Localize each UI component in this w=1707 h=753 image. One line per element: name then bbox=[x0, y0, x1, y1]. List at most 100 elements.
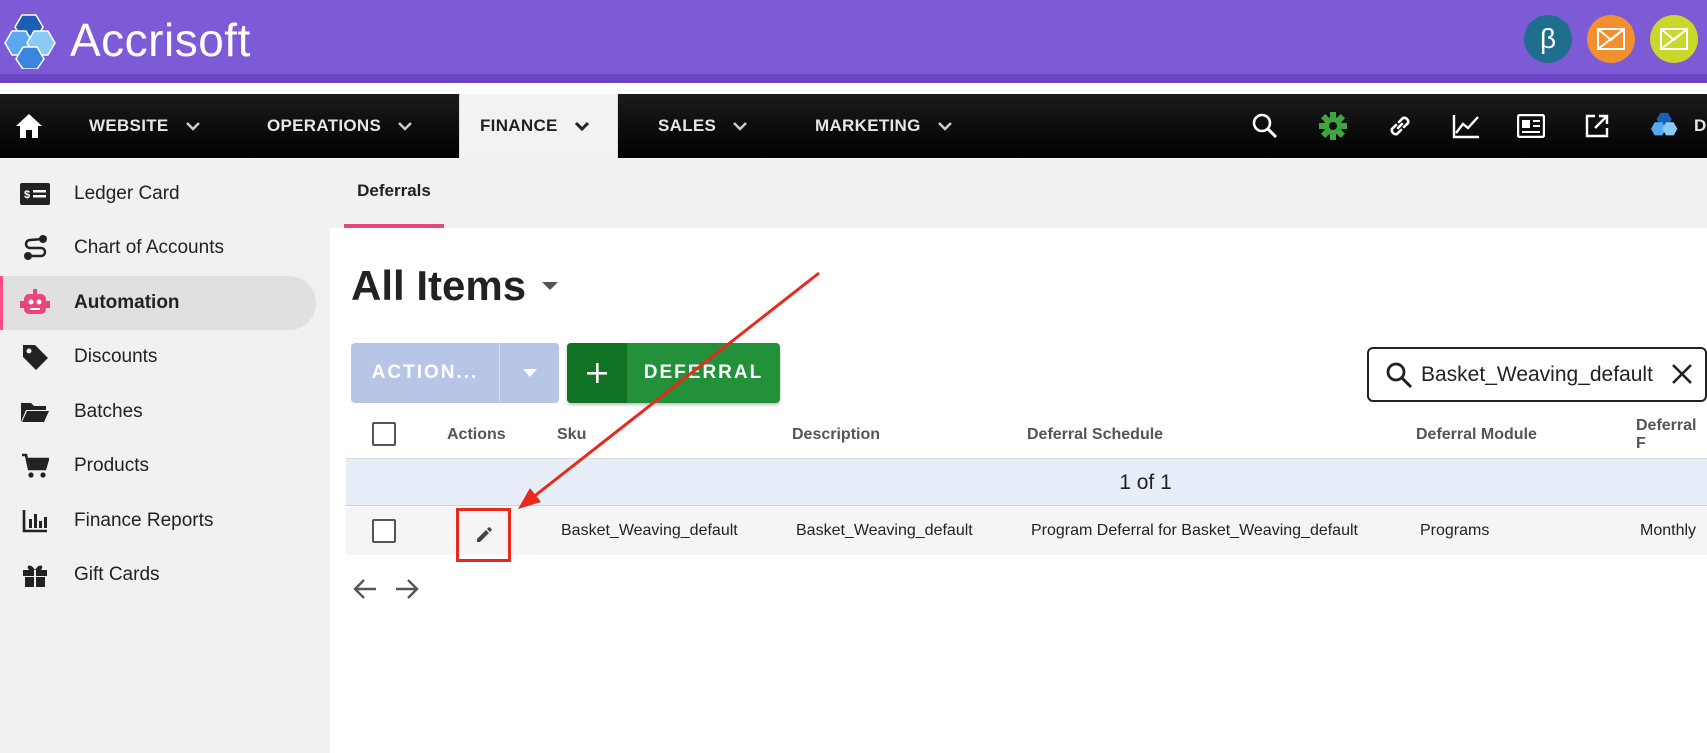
sidebar-item-label: Automation bbox=[74, 292, 180, 313]
caret-down-icon bbox=[542, 282, 559, 290]
svg-text:$: $ bbox=[24, 189, 30, 201]
search-icon[interactable] bbox=[1249, 110, 1281, 142]
cell-module: Programs bbox=[1420, 522, 1490, 539]
sidebar-item-batches[interactable]: Batches bbox=[0, 385, 316, 439]
main-content: Deferrals All Items ACTION... DEFERRAL A… bbox=[330, 158, 1707, 753]
col-description[interactable]: Description bbox=[792, 410, 880, 459]
sidebar-item-ledger-card[interactable]: $ Ledger Card bbox=[0, 167, 316, 221]
sidebar-item-products[interactable]: Products bbox=[0, 439, 316, 493]
sidebar-item-label: Batches bbox=[74, 401, 143, 422]
table-row[interactable]: Basket_Weaving_default Basket_Weaving_de… bbox=[346, 507, 1707, 562]
top-header: Accrisoft β bbox=[0, 0, 1707, 83]
result-count-row: 1 of 1 bbox=[346, 459, 1707, 506]
sidebar-item-label: Chart of Accounts bbox=[74, 237, 224, 258]
external-link-icon[interactable] bbox=[1581, 110, 1613, 142]
sidebar-item-finance-reports[interactable]: Finance Reports bbox=[0, 494, 316, 548]
next-page-arrow-icon[interactable] bbox=[392, 574, 422, 604]
result-count: 1 of 1 bbox=[1119, 471, 1172, 494]
prev-page-arrow-icon[interactable] bbox=[350, 574, 380, 604]
chevron-down-icon bbox=[398, 122, 413, 131]
action-button[interactable]: ACTION... bbox=[351, 343, 559, 403]
sidebar-item-label: Ledger Card bbox=[74, 183, 180, 204]
plus-icon bbox=[567, 343, 627, 403]
chevron-down-icon bbox=[937, 122, 952, 131]
edit-button[interactable] bbox=[456, 508, 511, 562]
beta-symbol: β bbox=[1539, 23, 1557, 54]
row-checkbox[interactable] bbox=[372, 519, 396, 543]
sidebar-item-label: Finance Reports bbox=[74, 510, 214, 531]
folder-open-icon bbox=[20, 398, 50, 426]
cell-sku: Basket_Weaving_default bbox=[561, 522, 738, 539]
mail-alert-glyph-icon bbox=[1660, 28, 1688, 50]
col-deferral-frequency[interactable]: Deferral F bbox=[1636, 410, 1707, 459]
sidebar-item-label: Gift Cards bbox=[74, 564, 160, 585]
col-sku[interactable]: Sku bbox=[557, 410, 586, 459]
route-icon bbox=[20, 234, 50, 262]
gear-icon[interactable] bbox=[1317, 110, 1349, 142]
nav-account-partial-label: D bbox=[1694, 116, 1707, 135]
newspaper-icon[interactable] bbox=[1515, 110, 1547, 142]
chevron-down-icon bbox=[185, 122, 200, 131]
tab-deferrals[interactable]: Deferrals bbox=[344, 158, 444, 228]
sidebar-item-automation[interactable]: Automation bbox=[0, 276, 316, 330]
header-stripe bbox=[0, 74, 1707, 83]
add-deferral-label: DEFERRAL bbox=[643, 362, 764, 383]
search-input[interactable] bbox=[1421, 359, 1661, 391]
cell-frequency: Monthly bbox=[1640, 522, 1697, 539]
bar-chart-icon bbox=[20, 507, 50, 535]
nav-account-label[interactable]: D bbox=[1694, 94, 1707, 158]
chevron-down-icon bbox=[574, 121, 589, 131]
mail-alert-icon[interactable] bbox=[1650, 15, 1698, 63]
nav-website[interactable]: WEBSITE bbox=[89, 94, 201, 158]
action-dropdown-toggle[interactable] bbox=[500, 343, 559, 403]
ledger-card-icon: $ bbox=[20, 180, 50, 208]
clear-search-icon[interactable] bbox=[1669, 361, 1695, 392]
select-all-checkbox[interactable] bbox=[372, 422, 396, 446]
search-icon bbox=[1385, 361, 1413, 394]
main-nav: WEBSITE OPERATIONS FINANCE SALES MARKETI… bbox=[0, 94, 1707, 158]
nav-website-label: WEBSITE bbox=[89, 116, 169, 135]
nav-finance[interactable]: FINANCE bbox=[459, 94, 618, 158]
tab-bar: Deferrals bbox=[330, 158, 1707, 228]
action-button-label: ACTION... bbox=[351, 343, 500, 403]
sidebar-item-label: Products bbox=[74, 455, 149, 476]
logo-text: Accrisoft bbox=[70, 14, 251, 66]
nav-operations[interactable]: OPERATIONS bbox=[267, 94, 413, 158]
chart-line-icon[interactable] bbox=[1450, 110, 1482, 142]
col-deferral-module[interactable]: Deferral Module bbox=[1416, 410, 1537, 459]
beta-icon[interactable]: β bbox=[1524, 15, 1572, 63]
search-box[interactable] bbox=[1367, 347, 1707, 402]
gift-icon bbox=[20, 561, 50, 589]
nav-marketing[interactable]: MARKETING bbox=[815, 94, 953, 158]
shopping-cart-icon bbox=[20, 452, 50, 480]
account-logo-icon[interactable] bbox=[1651, 110, 1683, 142]
table-header: Actions Sku Description Deferral Schedul… bbox=[346, 410, 1707, 459]
mail-off-glyph-icon bbox=[1597, 28, 1625, 50]
nav-operations-label: OPERATIONS bbox=[267, 116, 382, 135]
robot-icon bbox=[20, 289, 50, 317]
page-title-text: All Items bbox=[351, 262, 527, 309]
hexagon-logo-icon bbox=[4, 14, 56, 69]
mail-off-icon[interactable] bbox=[1587, 15, 1635, 63]
page-title[interactable]: All Items bbox=[351, 262, 559, 310]
chevron-down-icon bbox=[733, 122, 748, 131]
nav-marketing-label: MARKETING bbox=[815, 116, 921, 135]
nav-sales-label: SALES bbox=[658, 116, 717, 135]
link-icon[interactable] bbox=[1384, 110, 1416, 142]
cell-schedule: Program Deferral for Basket_Weaving_defa… bbox=[1031, 522, 1358, 539]
sidebar-item-label: Discounts bbox=[74, 346, 158, 367]
nav-sales[interactable]: SALES bbox=[658, 94, 748, 158]
tab-deferrals-label: Deferrals bbox=[357, 181, 431, 200]
sidebar-item-discounts[interactable]: Discounts bbox=[0, 330, 316, 384]
sidebar-item-gift-cards[interactable]: Gift Cards bbox=[0, 548, 316, 602]
nav-finance-label: FINANCE bbox=[480, 116, 558, 135]
caret-down-icon bbox=[522, 369, 537, 377]
app-logo[interactable]: Accrisoft bbox=[4, 10, 251, 70]
add-deferral-button[interactable]: DEFERRAL bbox=[567, 343, 780, 403]
tag-icon bbox=[20, 343, 50, 371]
sidebar-item-chart-of-accounts[interactable]: Chart of Accounts bbox=[0, 221, 316, 275]
cell-description: Basket_Weaving_default bbox=[796, 522, 973, 539]
col-actions[interactable]: Actions bbox=[447, 410, 506, 459]
col-deferral-schedule[interactable]: Deferral Schedule bbox=[1027, 410, 1163, 459]
home-icon[interactable] bbox=[13, 110, 45, 142]
